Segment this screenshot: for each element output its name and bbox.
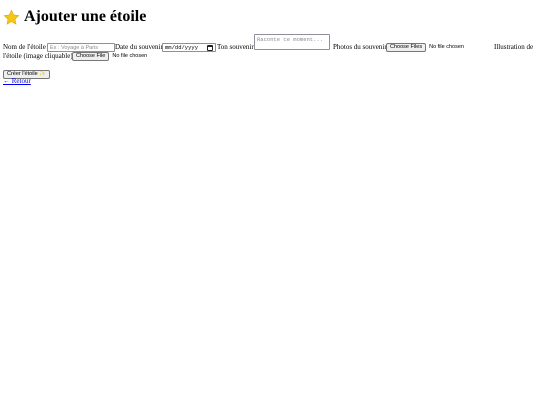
- illustration-label-line2: l'étoile (image cliquable): [3, 52, 73, 60]
- illustration-choose-button[interactable]: Choose File: [72, 52, 110, 61]
- form-fields-row: Nom de l'étoile Date du souvenir mm/dd/y…: [3, 34, 537, 52]
- photos-status: No file chosen: [429, 44, 464, 50]
- star-icon: [3, 9, 20, 25]
- memory-label: Ton souvenir: [217, 43, 254, 51]
- photos-label: Photos du souvenir: [333, 43, 387, 51]
- back-link[interactable]: ← Retour: [3, 77, 31, 86]
- add-star-form: Nom de l'étoile Date du souvenir mm/dd/y…: [3, 34, 537, 85]
- calendar-icon[interactable]: [207, 44, 213, 51]
- illustration-label-line1: Illustration de: [494, 43, 534, 51]
- date-placeholder: mm/dd/yyyy: [165, 44, 199, 51]
- memory-textarea[interactable]: [254, 34, 330, 50]
- photos-choose-button[interactable]: Choose Files: [386, 43, 427, 52]
- date-label: Date du souvenir: [115, 43, 163, 51]
- illustration-row: l'étoile (image cliquable) Choose File N…: [3, 52, 537, 62]
- illustration-file-input[interactable]: Choose File No file chosen: [72, 52, 147, 61]
- name-label: Nom de l'étoile: [3, 43, 46, 51]
- illustration-status: No file chosen: [112, 53, 148, 59]
- page-title-text: Ajouter une étoile: [24, 8, 147, 25]
- page-title: Ajouter une étoile: [3, 6, 146, 28]
- photos-file-input[interactable]: Choose Files No file chosen: [386, 43, 464, 52]
- date-input[interactable]: mm/dd/yyyy: [162, 43, 216, 52]
- name-input[interactable]: [47, 43, 115, 52]
